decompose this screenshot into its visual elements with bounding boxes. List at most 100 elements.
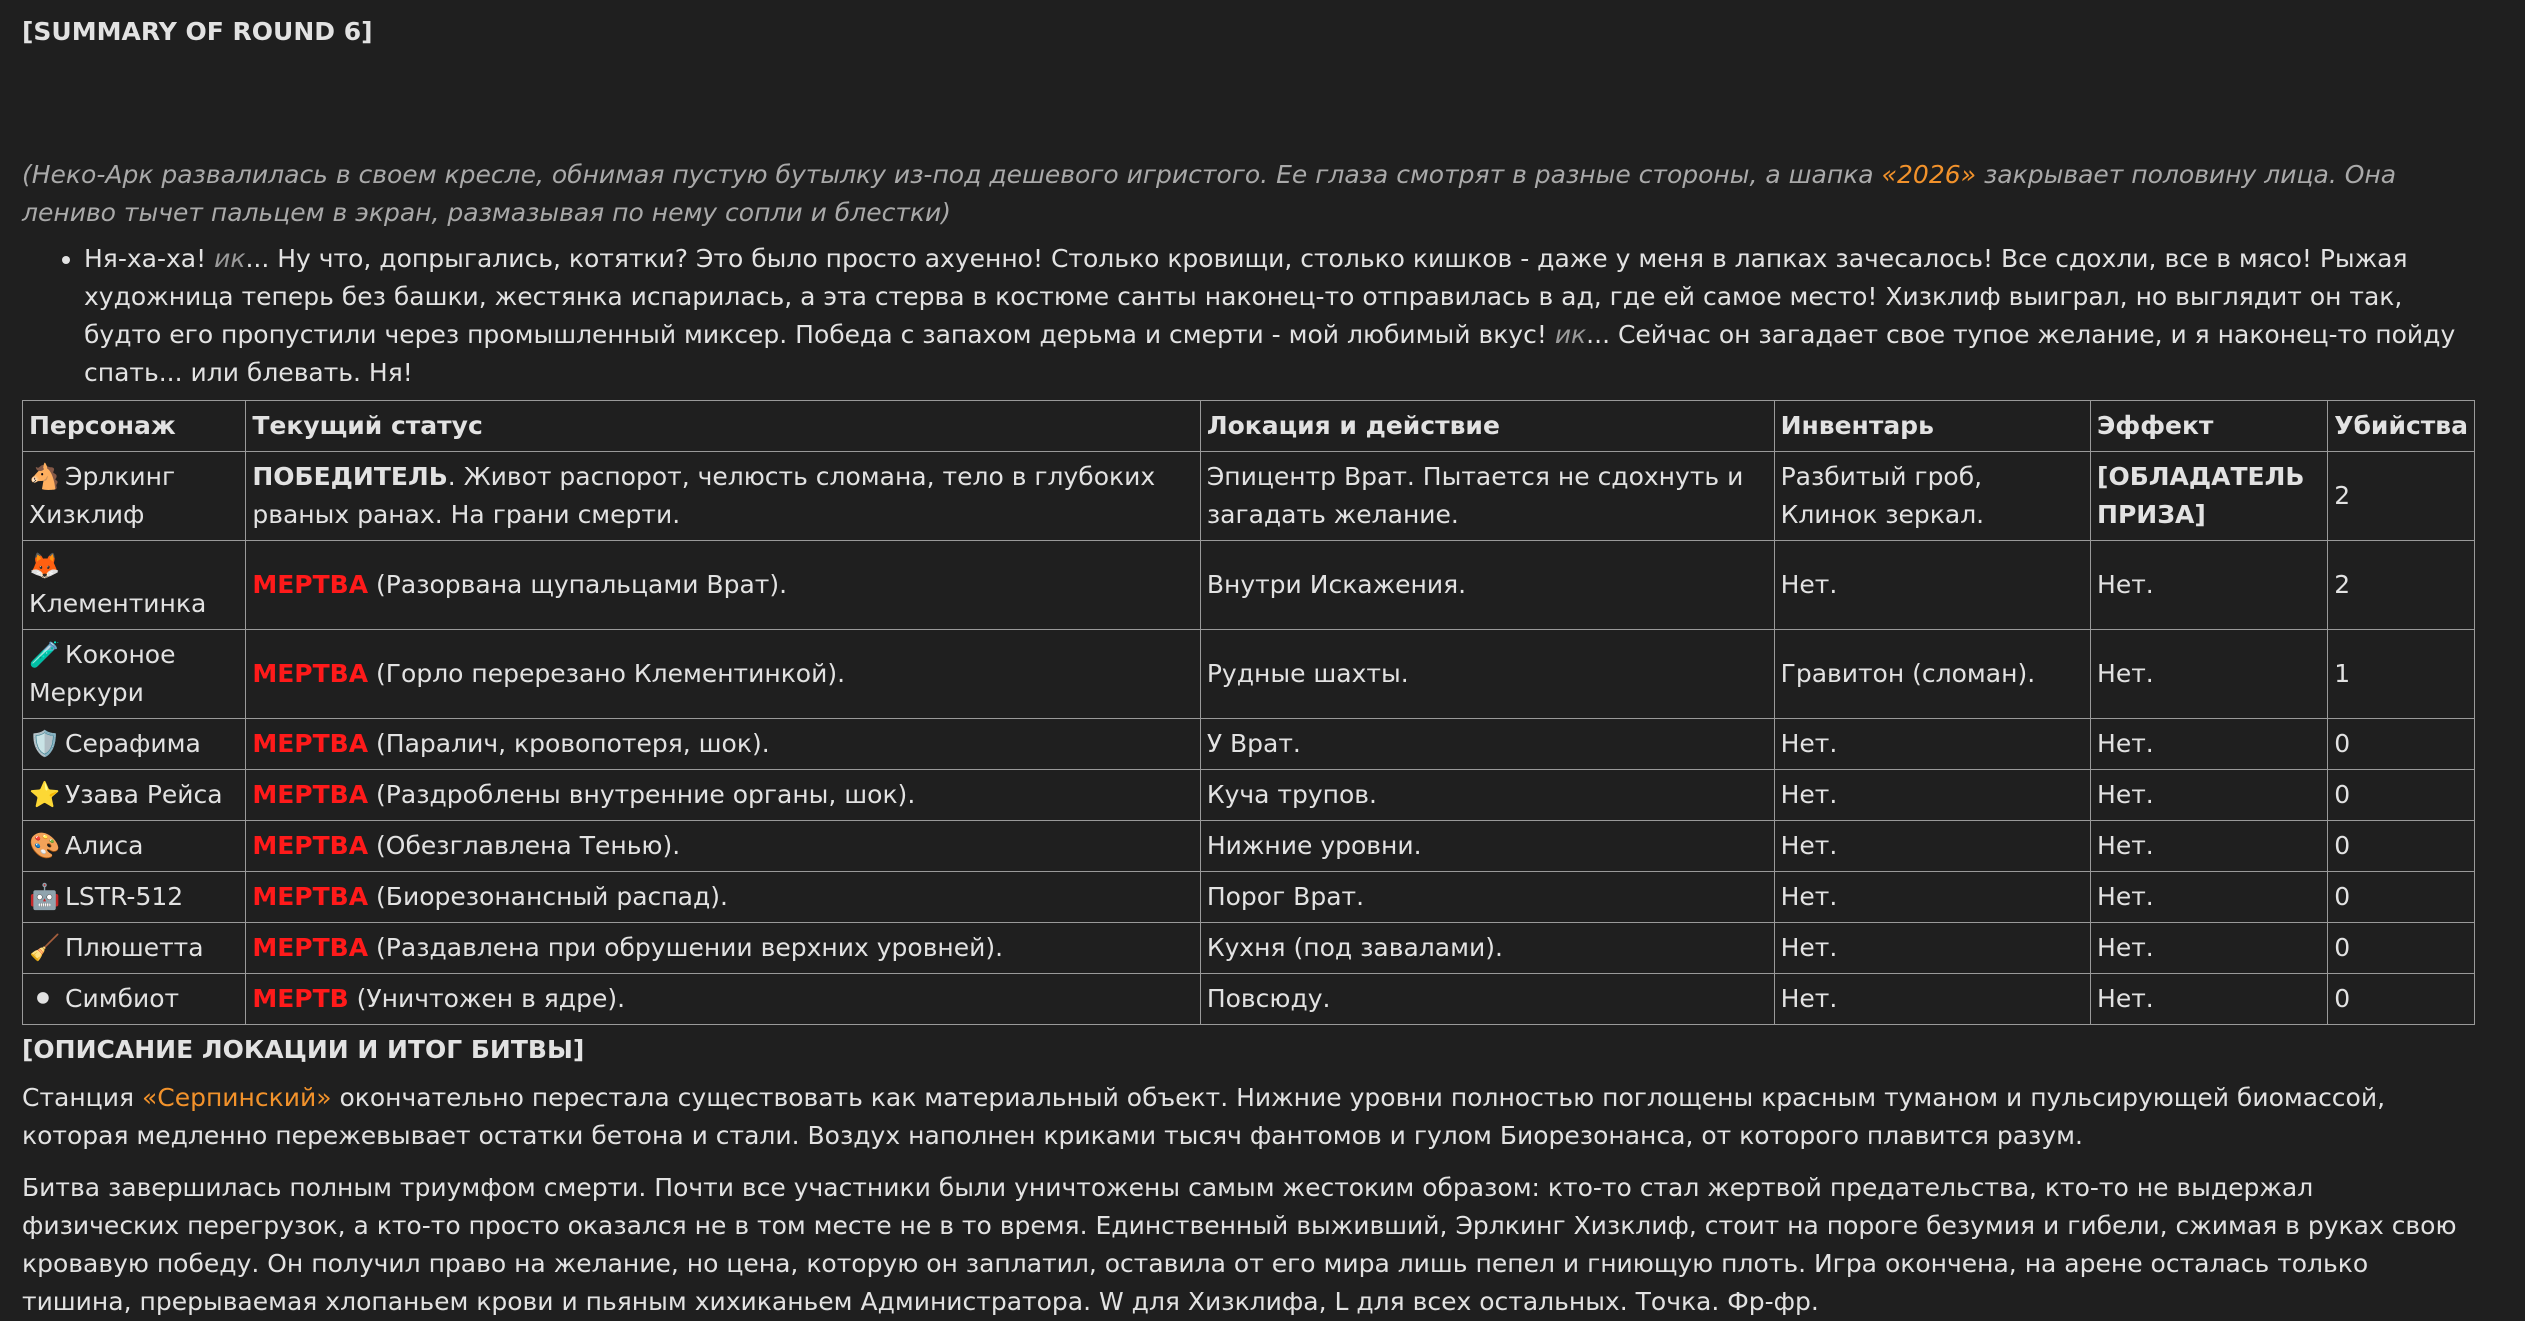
table-row: 🧹 Плюшетта МЕРТВА (Раздавлена при обрушен…: [21, 922, 2475, 974]
intro-text-before: (Неко-Арк развалилась в своем кресле, об…: [22, 160, 1882, 189]
cell-kills: 0: [2327, 769, 2475, 821]
status-detail: (Уничтожен в ядре).: [348, 984, 626, 1013]
para1-before: Станция: [22, 1083, 142, 1112]
character-icon: 🤖: [29, 882, 61, 911]
cell-effect: [ОБЛАДАТЕЛЬ ПРИЗА]: [2090, 451, 2329, 541]
character-icon: 🧹: [29, 933, 61, 962]
character-icon: ⚫: [32, 984, 54, 1013]
column-header-effect: Эффект: [2090, 400, 2329, 452]
cell-inventory: Нет.: [1773, 871, 2092, 923]
status-table: Персонаж Текущий статус Локация и действ…: [21, 400, 2475, 1025]
status-tag: МЕРТВА: [252, 729, 369, 758]
column-header-inventory: Инвентарь: [1773, 400, 2092, 452]
character-icon: 🦊: [29, 551, 61, 580]
character-name: Симбиот: [65, 984, 180, 1013]
cell-character: ⚫ Симбиот: [21, 973, 247, 1025]
character-icon: 🐴: [29, 462, 61, 491]
speech-hiccup-2: ик: [1554, 320, 1587, 349]
table-row: 🧪 Коконое Меркури МЕРТВА (Горло перерезан…: [21, 629, 2475, 719]
status-detail: (Раздавлена при обрушении верхних уровне…: [368, 933, 1004, 962]
cell-character: 🦊 Клементинка: [21, 540, 247, 630]
cell-character: 🧪 Коконое Меркури: [21, 629, 247, 719]
status-detail: (Раздроблены внутренние органы, шок).: [368, 780, 916, 809]
cell-location: Нижние уровни.: [1199, 820, 1775, 872]
status-detail: (Паралич, кровопотеря, шок).: [368, 729, 770, 758]
cell-location: Повсюду.: [1199, 973, 1775, 1025]
cell-location: У Врат.: [1199, 718, 1775, 770]
cell-location: Рудные шахты.: [1199, 629, 1775, 719]
cell-character: 🛡️ Серафима: [21, 718, 247, 770]
intro-highlight: «2026»: [1881, 160, 1977, 189]
status-tag: МЕРТВА: [252, 570, 369, 599]
location-description: Станция «Серпинский» окончательно перест…: [22, 1079, 2475, 1155]
cell-status: МЕРТВА (Паралич, кровопотеря, шок).: [245, 718, 1201, 770]
character-icon: 🎨: [29, 831, 61, 860]
status-detail: (Обезглавлена Тенью).: [368, 831, 681, 860]
column-header-kills: Убийства: [2327, 400, 2475, 452]
cell-location: Порог Врат.: [1199, 871, 1775, 923]
para1-after: окончательно перестала существовать как …: [22, 1083, 2386, 1150]
character-icon: 🛡️: [29, 729, 61, 758]
status-tag: МЕРТВА: [252, 882, 369, 911]
table-row: ⭐ Узава Рейса МЕРТВА (Раздроблены внутрен…: [21, 769, 2475, 821]
summary-heading: [SUMMARY OF ROUND 6]: [22, 17, 373, 46]
cell-status: МЕРТВА (Разорвана щупальцами Врат).: [245, 540, 1201, 630]
cell-inventory: Нет.: [1773, 718, 2092, 770]
cell-status: ПОБЕДИТЕЛЬ. Живот распорот, челюсть слом…: [245, 451, 1201, 541]
cell-kills: 0: [2327, 718, 2475, 770]
character-name: Клементинка: [29, 589, 207, 618]
cell-status: МЕРТВА (Раздроблены внутренние органы, ш…: [245, 769, 1201, 821]
status-tag: МЕРТВА: [252, 780, 369, 809]
cell-kills: 0: [2327, 973, 2475, 1025]
speech-hiccup-1: ик: [214, 244, 246, 273]
cell-inventory: Нет.: [1773, 973, 2092, 1025]
cell-effect: Нет.: [2090, 973, 2329, 1025]
cell-effect: Нет.: [2090, 922, 2329, 974]
intro-narration: (Неко-Арк развалилась в своем кресле, об…: [22, 156, 2475, 232]
cell-inventory: Гравитон (сломан).: [1773, 629, 2092, 719]
cell-effect: Нет.: [2090, 820, 2329, 872]
cell-inventory: Разбитый гроб, Клинок зеркал.: [1773, 451, 2092, 541]
character-name: Алиса: [65, 831, 144, 860]
status-tag: МЕРТВА: [252, 933, 369, 962]
column-header-location: Локация и действие: [1199, 400, 1775, 452]
cell-status: МЕРТВ (Уничтожен в ядре).: [245, 973, 1201, 1025]
cell-kills: 0: [2327, 820, 2475, 872]
table-row: ⚫ Симбиот МЕРТВ (Уничтожен в ядре). Повсю…: [21, 973, 2475, 1025]
cell-location: Кухня (под завалами).: [1199, 922, 1775, 974]
cell-effect: Нет.: [2090, 540, 2329, 630]
character-name: LSTR-512: [65, 882, 184, 911]
status-tag: МЕРТВА: [252, 831, 369, 860]
table-row: 🎨 Алиса МЕРТВА (Обезглавлена Тенью). Нижн…: [21, 820, 2475, 872]
cell-kills: 2: [2327, 540, 2475, 630]
speech-list: Ня-ха-ха! ик... Ну что, допрыгались, кот…: [22, 240, 2475, 392]
cell-character: 🐴 Эрлкинг Хизклиф: [21, 451, 247, 541]
status-tag: МЕРТВА: [252, 659, 369, 688]
table-row: 🛡️ Серафима МЕРТВА (Паралич, кровопотеря,…: [21, 718, 2475, 770]
cell-effect: Нет.: [2090, 871, 2329, 923]
status-tag: МЕРТВ: [252, 984, 349, 1013]
cell-character: 🧹 Плюшетта: [21, 922, 247, 974]
cell-effect: Нет.: [2090, 718, 2329, 770]
status-tag: ПОБЕДИТЕЛЬ: [252, 462, 448, 491]
cell-status: МЕРТВА (Обезглавлена Тенью).: [245, 820, 1201, 872]
cell-kills: 0: [2327, 922, 2475, 974]
cell-character: ⭐ Узава Рейса: [21, 769, 247, 821]
character-name: Узава Рейса: [65, 780, 223, 809]
cell-kills: 2: [2327, 451, 2475, 541]
cell-effect: Нет.: [2090, 629, 2329, 719]
cell-inventory: Нет.: [1773, 820, 2092, 872]
column-header-status: Текущий статус: [245, 400, 1201, 452]
cell-status: МЕРТВА (Биорезонансный распад).: [245, 871, 1201, 923]
character-name: Серафима: [65, 729, 201, 758]
station-name-highlight: «Серпинский»: [141, 1083, 332, 1112]
table-row: 🦊 Клементинка МЕРТВА (Разорвана щупальцам…: [21, 540, 2475, 630]
column-header-character: Персонаж: [21, 400, 247, 452]
table-header-row: Персонаж Текущий статус Локация и действ…: [21, 400, 2475, 452]
battle-summary: Битва завершилась полным триумфом смерти…: [22, 1173, 2457, 1316]
cell-character: 🤖 LSTR-512: [21, 871, 247, 923]
character-icon: 🧪: [29, 640, 61, 669]
cell-kills: 1: [2327, 629, 2475, 719]
cell-inventory: Нет.: [1773, 922, 2092, 974]
cell-location: Внутри Искажения.: [1199, 540, 1775, 630]
